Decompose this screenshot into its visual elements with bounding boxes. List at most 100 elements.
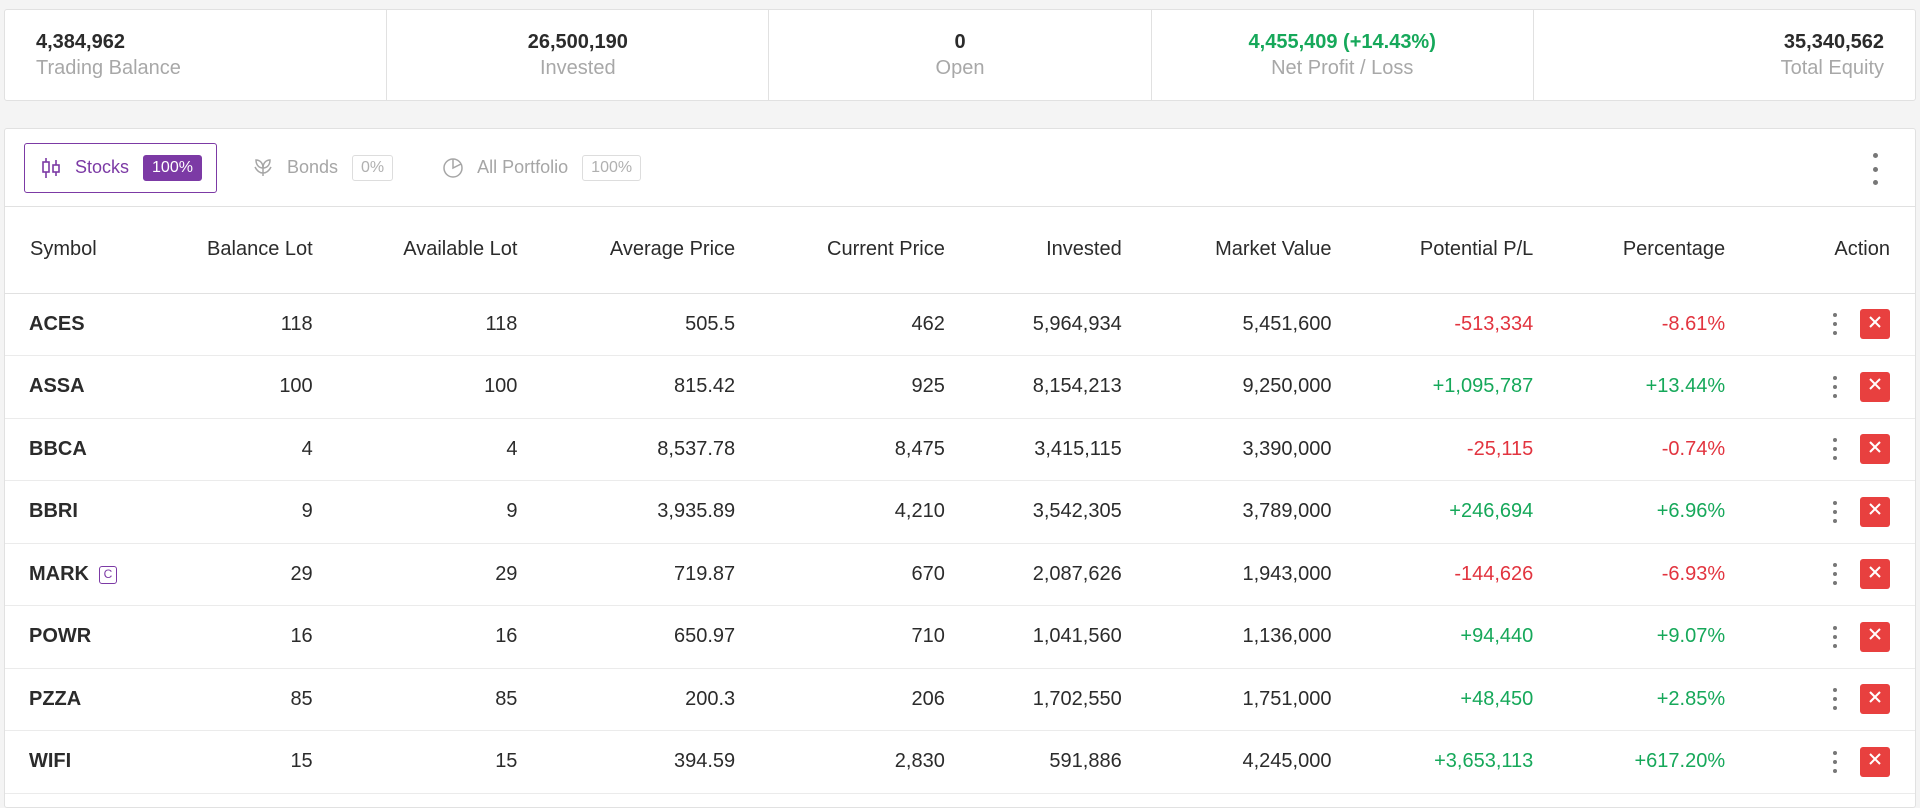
invested-cell: 8,154,213 (956, 355, 1134, 419)
symbol-cell[interactable]: BBCA (5, 418, 155, 481)
close-icon (1867, 750, 1883, 773)
candlestick-icon (39, 156, 63, 180)
row-menu-icon[interactable] (1830, 625, 1840, 648)
avg-cell: 3,935.89 (529, 480, 748, 544)
invested-cell: 3,415,115 (956, 418, 1134, 481)
symbol-cell[interactable]: PZZA (5, 668, 155, 731)
action-cell (1737, 480, 1915, 544)
summary-label: Open (935, 57, 985, 79)
balance-cell: 9 (154, 480, 325, 544)
tab-badge: 0% (352, 154, 394, 181)
column-header-action: Action (1737, 207, 1915, 294)
portfolio-panel: Stocks 100% Bonds 0% All Portfolio 100% Symbo… (4, 128, 1916, 808)
table-row[interactable]: BBCA 4 4 8,537.78 8,475 3,415,115 3,390,000 -25… (5, 418, 1915, 481)
table-row[interactable]: ASSA 100 100 815.42 925 8,154,213 9,250,000 +1,… (5, 355, 1915, 419)
sell-button[interactable] (1860, 621, 1890, 652)
sell-button[interactable] (1860, 309, 1890, 340)
avg-cell: 505.5 (529, 293, 748, 356)
avg-cell: 650.97 (529, 605, 748, 669)
pl-cell: +246,694 (1343, 480, 1546, 544)
column-header-invested: Invested (956, 207, 1134, 294)
pct-cell: +9.07% (1545, 605, 1738, 669)
available-cell: 15 (324, 730, 530, 794)
symbol-cell[interactable]: POWR (5, 605, 155, 669)
symbol-cell[interactable]: WIFI (5, 730, 155, 794)
tab-label: All Portfolio (477, 157, 569, 177)
tab-stocks[interactable]: Stocks 100% (24, 142, 217, 193)
action-cell (1737, 293, 1915, 356)
symbol-text: BBCA (29, 437, 87, 460)
available-cell: 85 (324, 668, 530, 731)
pl-cell: -144,626 (1343, 543, 1546, 606)
action-group (1737, 669, 1915, 731)
invested-cell: 1,702,550 (956, 668, 1134, 731)
symbol-cell[interactable]: ASSA (5, 355, 155, 419)
symbol-text: MARK (29, 562, 89, 585)
row-menu-icon[interactable] (1830, 375, 1840, 398)
action-group (1737, 606, 1915, 668)
table-row[interactable]: WIFI 15 15 394.59 2,830 591,886 4,245,000 +3,65… (5, 730, 1915, 794)
portfolio-tabs: Stocks 100% Bonds 0% All Portfolio 100% (5, 129, 1915, 207)
sell-button[interactable] (1860, 496, 1890, 527)
action-group (1737, 356, 1915, 418)
summary-label: Trading Balance (36, 57, 181, 79)
symbol-text: POWR (29, 625, 92, 648)
sell-button[interactable] (1860, 434, 1890, 465)
close-icon (1867, 375, 1883, 398)
action-group (1737, 731, 1915, 793)
row-menu-icon[interactable] (1830, 750, 1840, 773)
sell-button[interactable] (1860, 559, 1890, 590)
available-cell: 29 (324, 543, 530, 606)
summary-net-profit-loss: 4,455,409 (+14.43%) Net Profit / Loss (1152, 10, 1534, 100)
summary-label: Invested (540, 57, 616, 79)
invested-cell: 1,041,560 (956, 605, 1134, 669)
sell-button[interactable] (1860, 746, 1890, 777)
action-group (1737, 419, 1915, 481)
close-icon (1867, 625, 1883, 648)
column-header-percentage: Percentage (1545, 207, 1738, 294)
row-menu-icon[interactable] (1830, 688, 1840, 711)
close-icon (1867, 313, 1883, 336)
invested-cell: 5,964,934 (956, 293, 1134, 356)
symbol-cell[interactable]: ACES (5, 293, 155, 356)
bonds-icon (251, 156, 275, 180)
column-header-balance-lot: Balance Lot (154, 207, 325, 294)
tab-all-portfolio[interactable]: All Portfolio 100% (427, 143, 655, 193)
tab-bonds[interactable]: Bonds 0% (237, 143, 407, 193)
table-header: Symbol Balance Lot Available Lot Average Pr… (5, 207, 1915, 294)
avg-cell: 719.87 (529, 543, 748, 606)
sell-button[interactable] (1860, 684, 1890, 715)
table-row[interactable]: BBRI 9 9 3,935.89 4,210 3,542,305 3,789,000 +24… (5, 480, 1915, 544)
symbol-cell[interactable]: BBRI (5, 480, 155, 544)
table-row[interactable]: MARK C 29 29 719.87 670 2,087,626 1,943,000 -144… (5, 543, 1915, 606)
pct-cell: +2.85% (1545, 668, 1738, 731)
close-icon (1867, 500, 1883, 523)
symbol-text: WIFI (29, 750, 72, 773)
action-cell (1737, 668, 1915, 731)
current-cell: 206 (747, 668, 957, 731)
pct-cell: +617.20% (1545, 730, 1738, 794)
row-menu-icon[interactable] (1830, 563, 1840, 586)
special-notation-badge: C (99, 565, 117, 584)
available-cell: 118 (324, 293, 530, 356)
action-cell (1737, 730, 1915, 794)
sell-button[interactable] (1860, 371, 1890, 402)
current-cell: 670 (747, 543, 957, 606)
market-cell: 1,136,000 (1133, 605, 1344, 669)
symbol-cell[interactable]: MARK C (5, 543, 155, 606)
pct-cell: -8.61% (1545, 293, 1738, 356)
table-row[interactable]: ACES 118 118 505.5 462 5,964,934 5,451,600 -513… (5, 293, 1915, 356)
symbol-text: ACES (29, 312, 85, 335)
tab-badge: 100% (143, 154, 202, 181)
row-menu-icon[interactable] (1830, 313, 1840, 336)
current-cell: 710 (747, 605, 957, 669)
row-menu-icon[interactable] (1830, 438, 1840, 461)
market-cell: 1,943,000 (1133, 543, 1344, 606)
more-options-icon[interactable] (1870, 153, 1880, 185)
balance-cell: 15 (154, 730, 325, 794)
table-row[interactable]: PZZA 85 85 200.3 206 1,702,550 1,751,000 +48,45… (5, 668, 1915, 731)
table-row[interactable]: POWR 16 16 650.97 710 1,041,560 1,136,000 +94,4… (5, 605, 1915, 669)
summary-label: Net Profit / Loss (1271, 57, 1414, 79)
row-menu-icon[interactable] (1830, 500, 1840, 523)
summary-value: 26,500,190 (527, 31, 628, 53)
